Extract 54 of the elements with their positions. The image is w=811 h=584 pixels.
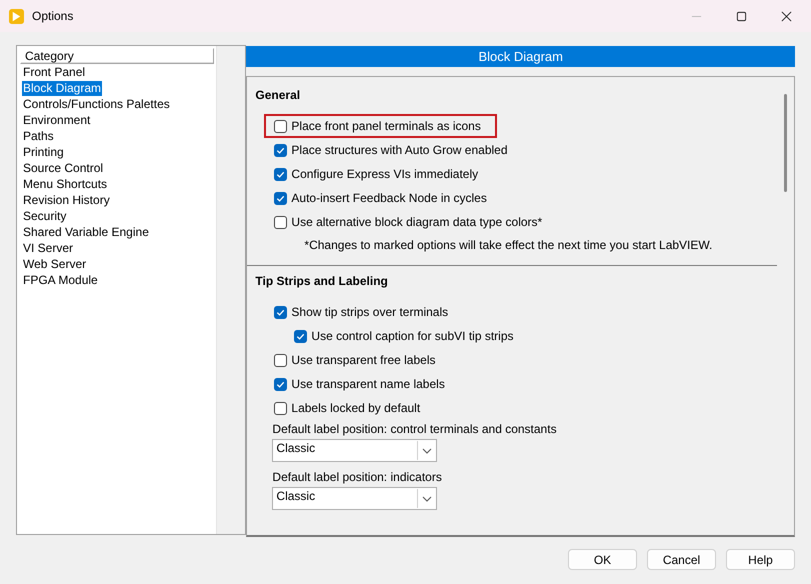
checkbox-label[interactable]: Use alternative block diagram data type colors* xyxy=(291,215,542,229)
checkbox-label[interactable]: Place structures with Auto Grow enabled xyxy=(291,143,508,157)
checkbox[interactable] xyxy=(274,306,288,318)
checkbox[interactable] xyxy=(274,192,288,204)
window-title: Options xyxy=(32,9,74,23)
checkbox-label[interactable]: Auto-insert Feedback Node in cycles xyxy=(291,191,487,205)
dropdown[interactable]: Classic xyxy=(272,487,438,510)
section-heading: Tip Strips and Labeling xyxy=(255,273,389,290)
checkbox-label[interactable]: Use control caption for subVI tip strips xyxy=(311,329,514,343)
category-item[interactable]: Front Panel xyxy=(22,64,86,80)
scrollbar[interactable] xyxy=(216,46,246,534)
checkbox-label[interactable]: Place front panel terminals as icons xyxy=(291,119,481,133)
category-item[interactable]: VI Server xyxy=(22,240,74,256)
close-icon[interactable] xyxy=(781,10,792,22)
category-item[interactable]: Block Diagram xyxy=(22,80,102,96)
scrollbar-thumb[interactable] xyxy=(784,94,787,192)
category-item[interactable]: Web Server xyxy=(22,256,88,272)
checkbox-label[interactable]: Configure Express VIs immediately xyxy=(291,167,478,181)
checkbox[interactable] xyxy=(274,168,288,180)
dialog-button[interactable]: OK xyxy=(568,549,637,570)
dropdown-label: Default label position: control terminals and constants xyxy=(272,421,558,438)
dropdown[interactable]: Classic xyxy=(272,439,438,462)
checkbox[interactable] xyxy=(294,330,308,342)
chevron-down-icon xyxy=(422,448,432,454)
checkbox[interactable] xyxy=(274,120,288,132)
category-item[interactable]: Menu Shortcuts xyxy=(22,176,108,192)
category-item[interactable]: Printing xyxy=(22,144,65,160)
checkbox[interactable] xyxy=(274,402,288,414)
checkbox[interactable] xyxy=(274,144,288,156)
dropdown-label: Default label position: indicators xyxy=(272,469,443,486)
category-item[interactable]: Revision History xyxy=(22,192,111,208)
category-item[interactable]: Controls/Functions Palettes xyxy=(22,96,171,112)
checkbox[interactable] xyxy=(274,378,288,390)
checkbox-label[interactable]: Labels locked by default xyxy=(291,401,420,415)
maximize-icon[interactable] xyxy=(736,10,747,22)
category-item[interactable]: Paths xyxy=(22,128,55,144)
category-item[interactable]: Source Control xyxy=(22,160,104,176)
category-item[interactable]: Shared Variable Engine xyxy=(22,224,150,240)
checkbox-label[interactable]: Use transparent free labels xyxy=(291,353,436,367)
dialog-button[interactable]: Cancel xyxy=(647,549,716,570)
category-item[interactable]: Security xyxy=(22,208,68,224)
section-heading: General xyxy=(255,87,302,104)
note-text: *Changes to marked options will take effect the next time you start LabVIEW. xyxy=(303,237,714,254)
panel-title: Block Diagram xyxy=(246,46,795,67)
checkbox-label[interactable]: Use transparent name labels xyxy=(291,377,445,391)
dialog-button[interactable]: Help xyxy=(726,549,795,570)
category-item[interactable]: Environment xyxy=(22,112,92,128)
checkbox-label[interactable]: Show tip strips over terminals xyxy=(291,305,448,319)
app-icon xyxy=(9,8,24,24)
list-header: Category xyxy=(20,48,214,64)
checkbox[interactable] xyxy=(274,216,288,228)
checkbox[interactable] xyxy=(274,354,288,366)
category-item[interactable]: FPGA Module xyxy=(22,272,99,288)
chevron-down-icon xyxy=(422,496,432,502)
